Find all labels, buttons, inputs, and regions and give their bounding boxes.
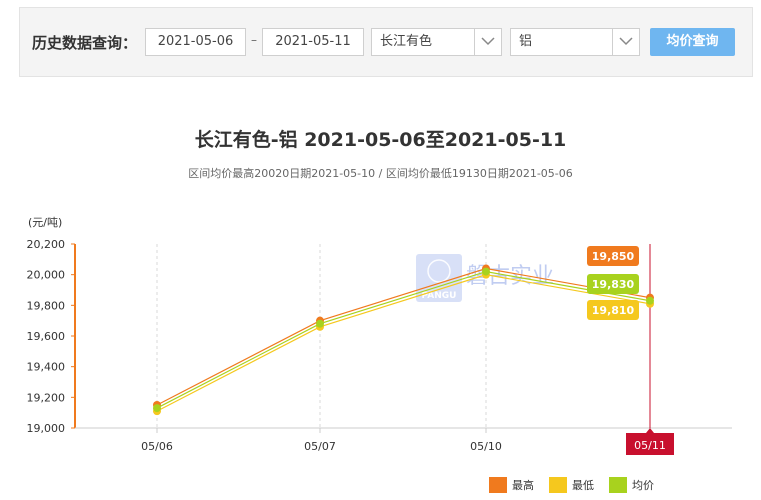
watermark-logo-text: PANGU bbox=[422, 291, 457, 301]
value-callout-label: 19,830 bbox=[592, 278, 635, 291]
line-chart: (元/吨) 19,000 19,200 19,400 19,600 19,800 20,0… bbox=[27, 216, 732, 493]
value-callout-label: 19,810 bbox=[592, 304, 635, 317]
legend-swatch[interactable] bbox=[609, 477, 627, 493]
series-line-最高 bbox=[156, 267, 651, 406]
data-point[interactable] bbox=[482, 267, 490, 276]
data-point[interactable] bbox=[646, 296, 654, 305]
series-line-均价 bbox=[156, 270, 651, 409]
y-tick-label: 20,200 bbox=[27, 238, 66, 251]
y-tick-label: 19,800 bbox=[27, 299, 66, 312]
data-point[interactable] bbox=[316, 319, 324, 328]
y-tick-label: 19,400 bbox=[27, 361, 66, 374]
x-tick-label: 05/07 bbox=[304, 440, 336, 453]
series-line-最低 bbox=[156, 274, 651, 412]
highlight-x-label-pointer bbox=[646, 428, 654, 433]
y-axis-unit-label: (元/吨) bbox=[28, 216, 62, 229]
legend-label[interactable]: 最高 bbox=[512, 478, 534, 492]
x-tick-label: 05/06 bbox=[141, 440, 173, 453]
y-tick-label: 20,000 bbox=[27, 269, 66, 282]
data-point[interactable] bbox=[153, 404, 161, 413]
y-tick-label: 19,000 bbox=[27, 422, 66, 435]
y-tick-label: 19,200 bbox=[27, 391, 66, 404]
x-tick-label: 05/10 bbox=[470, 440, 502, 453]
highlight-x-label: 05/11 bbox=[634, 439, 666, 452]
value-callout-label: 19,850 bbox=[592, 250, 635, 263]
legend-swatch[interactable] bbox=[489, 477, 507, 493]
legend-swatch[interactable] bbox=[549, 477, 567, 493]
legend-label[interactable]: 最低 bbox=[572, 479, 594, 492]
y-tick-label: 19,600 bbox=[27, 330, 66, 343]
legend-label[interactable]: 均价 bbox=[632, 479, 654, 492]
